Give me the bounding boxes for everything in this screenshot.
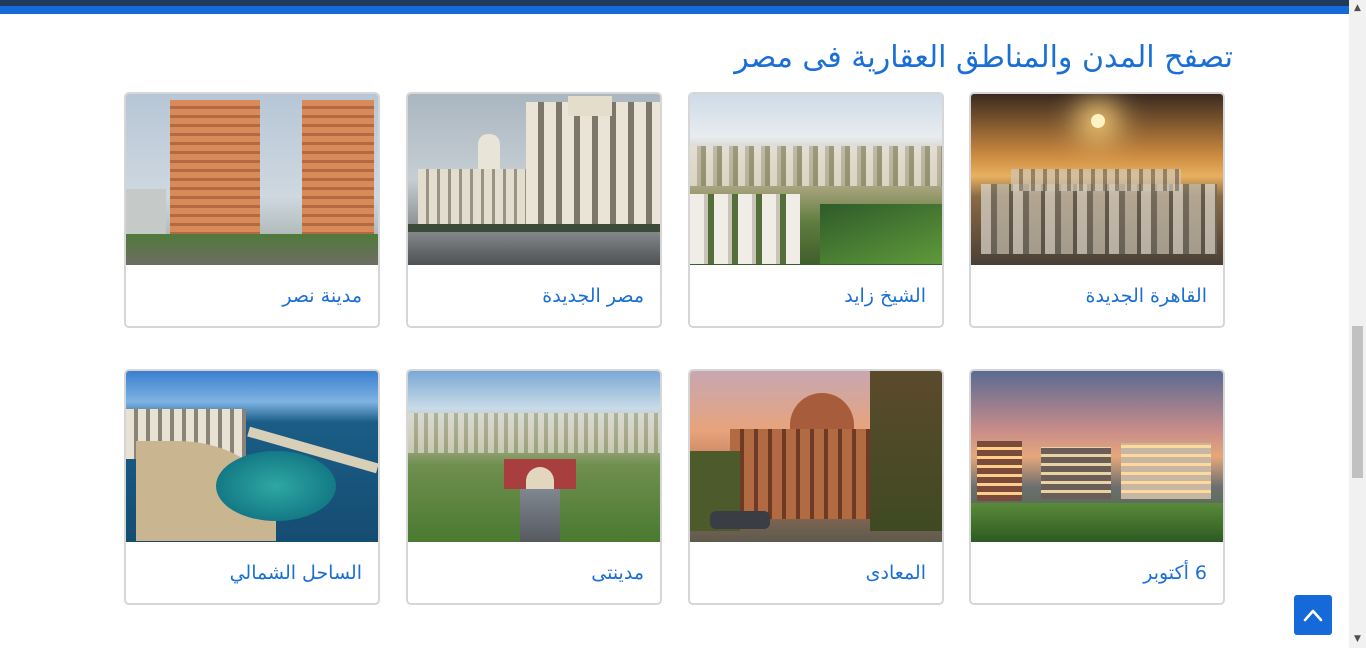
city-image-heliopolis [408, 94, 660, 265]
city-card-madinaty[interactable]: مدينتى [406, 369, 662, 605]
scroll-up-arrow-icon[interactable]: ▲ [1349, 0, 1366, 17]
city-card-maadi[interactable]: المعادى [688, 369, 944, 605]
chevron-up-icon [1303, 609, 1323, 622]
city-name[interactable]: المعادى [690, 542, 942, 603]
city-name[interactable]: الساحل الشمالي [126, 542, 378, 603]
city-card-new-cairo[interactable]: القاهرة الجديدة [969, 92, 1225, 328]
city-name[interactable]: مدينتى [408, 542, 660, 603]
city-card-6-october[interactable]: 6 أكتوبر [969, 369, 1225, 605]
scrollbar-thumb[interactable] [1352, 326, 1363, 478]
city-name[interactable]: مصر الجديدة [408, 265, 660, 326]
city-name[interactable]: القاهرة الجديدة [971, 265, 1223, 326]
city-image-nasr-city [126, 94, 378, 265]
city-image-maadi [690, 371, 942, 542]
city-image-madinaty [408, 371, 660, 542]
city-image-sheikh-zayed [690, 94, 942, 265]
city-card-nasr-city[interactable]: مدينة نصر [124, 92, 380, 328]
city-image-new-cairo [971, 94, 1223, 265]
city-name[interactable]: الشيخ زايد [690, 265, 942, 326]
city-image-6-october [971, 371, 1223, 542]
city-card-north-coast[interactable]: الساحل الشمالي [124, 369, 380, 605]
page-scrollbar[interactable]: ▲ ▼ [1349, 0, 1366, 648]
city-card-heliopolis[interactable]: مصر الجديدة [406, 92, 662, 328]
city-image-north-coast [126, 371, 378, 542]
back-to-top-button[interactable] [1294, 595, 1332, 635]
city-name[interactable]: 6 أكتوبر [971, 542, 1223, 603]
city-card-sheikh-zayed[interactable]: الشيخ زايد [688, 92, 944, 328]
scroll-down-arrow-icon[interactable]: ▼ [1349, 631, 1366, 648]
city-name[interactable]: مدينة نصر [126, 265, 378, 326]
cities-grid: القاهرة الجديدة الشيخ زايد مصر الجديدة م… [0, 0, 1349, 648]
